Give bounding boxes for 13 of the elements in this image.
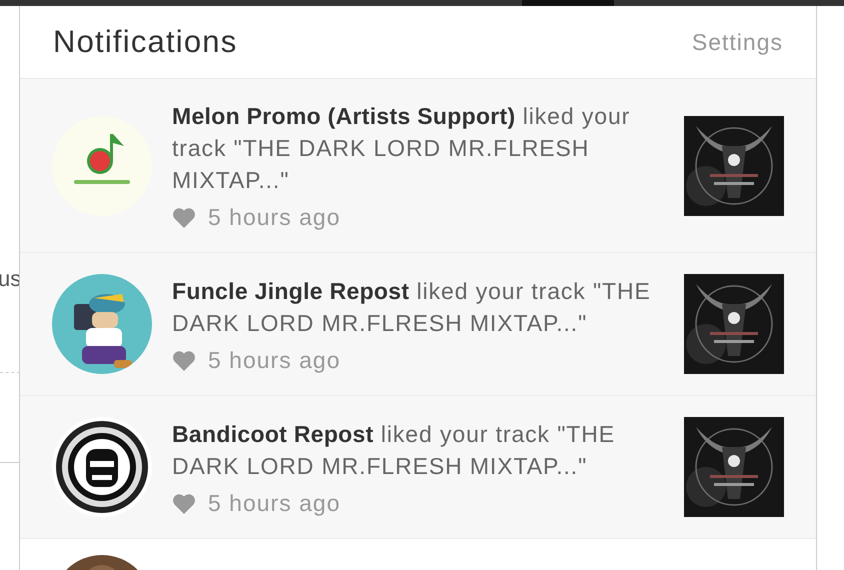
notification-item[interactable]: Funcle Jingle Repost liked your track "THE DARK LORD MR.FLRESH MIXTAP..." 5 hours ago <box>20 253 816 396</box>
notification-text: Bandicoot Repost liked your track "THE DARK LORD MR.FLRESH MIXTAP..." <box>172 420 616 480</box>
notification-item[interactable]: Bandicoot Repost liked your track "THE DARK LORD MR.FLRESH MIXTAP..." 5 hours ago <box>20 396 816 539</box>
heart-icon <box>172 492 196 514</box>
notification-text: Funcle Jingle Repost liked your track "THE DARK LORD MR.FLRESH MIXTAP..." <box>172 276 652 338</box>
timestamp: 5 hours ago <box>208 490 340 516</box>
timestamp: 5 hours ago <box>208 346 340 374</box>
notification-item[interactable]: Melon Promo (Artists Support) liked your track "THE DARK LORD MR.FLRESH MIXTAP..." 5 hours ago <box>20 79 816 253</box>
timestamp: 5 hours ago <box>208 204 340 231</box>
notification-text: Melon Promo (Artists Support) liked your track "THE DARK LORD MR.FLRESH MIXTAP..." <box>172 102 632 195</box>
panel-title: Notifications <box>53 24 238 60</box>
heart-icon <box>172 207 196 228</box>
heart-icon <box>172 350 196 370</box>
